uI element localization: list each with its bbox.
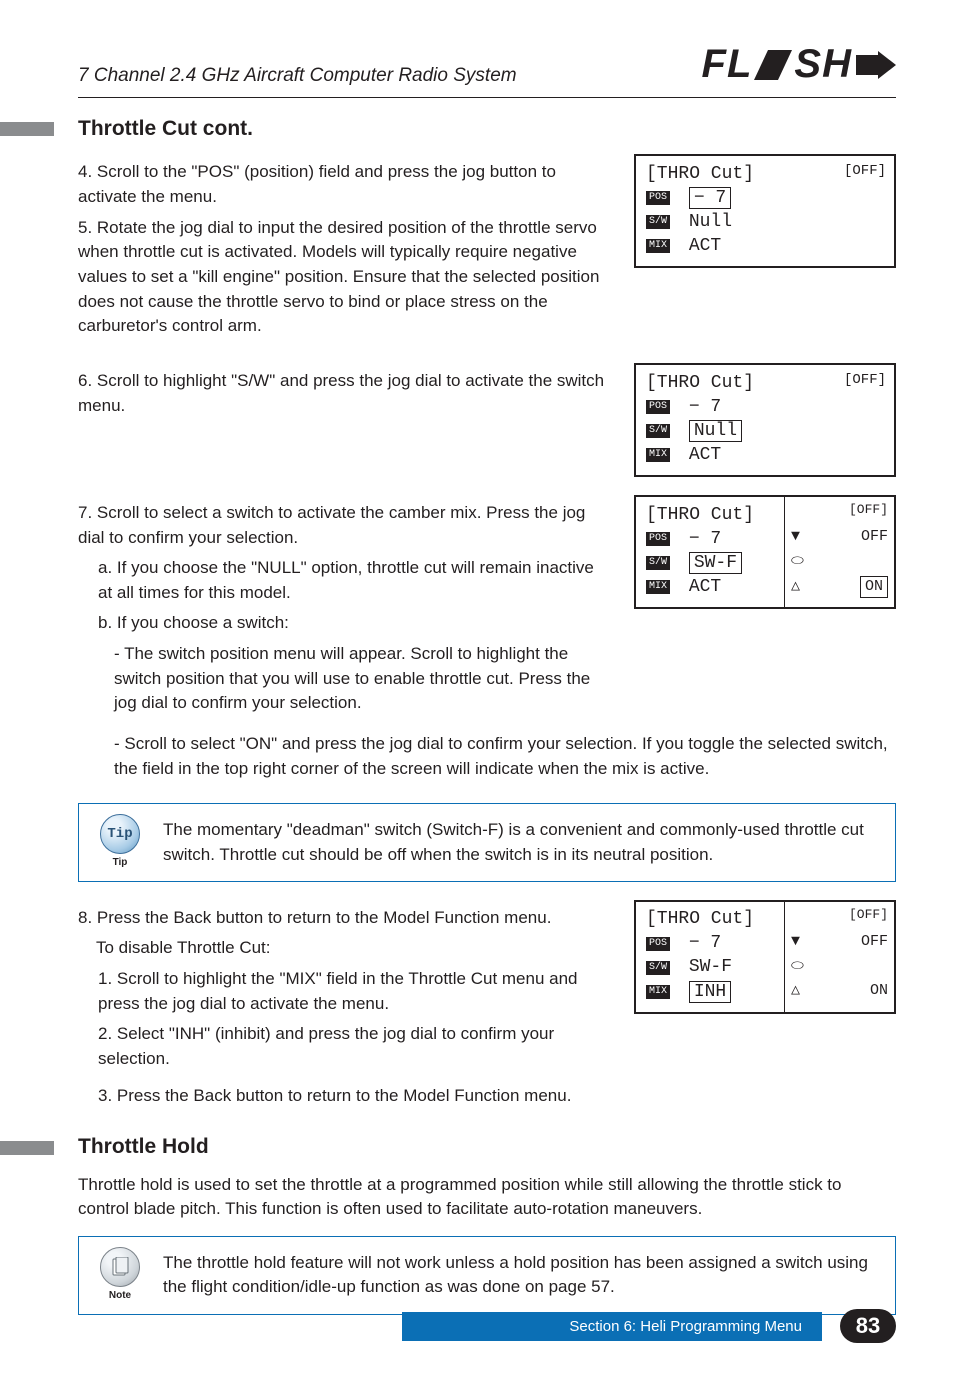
note-icon <box>100 1247 140 1287</box>
step-7a: a. If you choose the "NULL" option, thro… <box>98 556 610 605</box>
lcd3-off: [OFF] <box>849 501 888 519</box>
tip-callout: Tip Tip The momentary "deadman" switch (… <box>78 803 896 882</box>
tip-label: Tip <box>91 856 149 871</box>
lcd4-r-off: OFF <box>861 932 888 953</box>
disable-intro: To disable Throttle Cut: <box>96 936 610 961</box>
lcd3-sw-val: SW-F <box>689 552 742 574</box>
tip-icon: Tip <box>100 814 140 854</box>
lcd1-mix-tag: MIX <box>646 239 670 253</box>
lcd3-sw-tag: S/W <box>646 556 670 570</box>
lcd-screen-1: [OFF] [THRO Cut] POS − 7 S/W Null MIX AC… <box>634 154 896 268</box>
section-marker <box>0 122 54 136</box>
lcd4-sw-val: SW-F <box>689 955 732 980</box>
lcd4-pos-tag: POS <box>646 937 670 951</box>
lcd3-r-off: OFF <box>861 527 888 548</box>
brand-text-a: FL <box>702 42 753 87</box>
switch-up-icon-2: △ <box>791 981 800 1002</box>
disable-3: 3. Press the Back button to return to th… <box>98 1084 896 1109</box>
lcd2-sw-tag: S/W <box>646 424 670 438</box>
lcd2-pos-val: − 7 <box>689 395 721 420</box>
lcd4-r-on: ON <box>870 981 888 1002</box>
lcd1-pos-tag: POS <box>646 191 670 205</box>
lcd2-title: [THRO Cut] <box>646 371 754 396</box>
switch-down-icon: ▼ <box>791 527 800 548</box>
note-callout: Note The throttle hold feature will not … <box>78 1236 896 1315</box>
footer-section-label: Section 6: Heli Programming Menu <box>402 1312 822 1341</box>
step-7b-dash2: - Scroll to select "ON" and press the jo… <box>114 732 896 781</box>
lcd2-mix-tag: MIX <box>646 448 670 462</box>
lcd1-sw-tag: S/W <box>646 215 670 229</box>
page-number: 83 <box>840 1309 896 1343</box>
lcd1-sw-val: Null <box>689 210 732 235</box>
section-marker-2 <box>0 1141 54 1155</box>
lcd3-title: [THRO Cut] <box>646 503 754 528</box>
note-label: Note <box>91 1289 149 1304</box>
step-4: 4. Scroll to the "POS" (position) field … <box>78 160 610 209</box>
brand-arrow-icon <box>854 51 896 79</box>
switch-mid-icon-2: ⬭ <box>791 957 804 978</box>
disable-1: 1. Scroll to highlight the "MIX" field i… <box>98 967 610 1016</box>
section-title-throttle-hold: Throttle Hold <box>78 1132 209 1162</box>
lcd3-pos-tag: POS <box>646 532 670 546</box>
lcd3-mix-val: ACT <box>689 575 721 600</box>
lcd-screen-2: [OFF] [THRO Cut] POS − 7 S/W Null MIX AC… <box>634 363 896 477</box>
lcd4-mix-val: INH <box>689 981 731 1003</box>
lcd3-mix-tag: MIX <box>646 580 670 594</box>
lcd3-pos-val: − 7 <box>689 527 721 552</box>
step-7b-dash1: - The switch position menu will appear. … <box>114 642 610 716</box>
throttle-hold-intro: Throttle hold is used to set the throttl… <box>78 1173 896 1222</box>
lcd2-mix-val: ACT <box>689 443 721 468</box>
lcd3-r-on: ON <box>860 576 888 598</box>
lcd4-sw-tag: S/W <box>646 961 670 975</box>
disable-2: 2. Select "INH" (inhibit) and press the … <box>98 1022 610 1071</box>
tip-text: The momentary "deadman" switch (Switch-F… <box>163 818 883 867</box>
step-6: 6. Scroll to highlight "S/W" and press t… <box>78 369 610 418</box>
brand-logo: FL SH <box>702 42 896 87</box>
step-7b: b. If you choose a switch: <box>98 611 610 636</box>
brand-a-icon <box>754 50 792 80</box>
lcd2-off: [OFF] <box>844 371 886 390</box>
lcd4-pos-val: − 7 <box>689 931 721 956</box>
step-7-intro: 7. Scroll to select a switch to activate… <box>78 501 610 550</box>
lcd1-pos-val: − 7 <box>689 187 731 209</box>
lcd-screen-3: [THRO Cut] POS − 7 S/W SW-F MIX ACT [OFF… <box>634 495 896 609</box>
switch-up-icon: △ <box>791 577 800 598</box>
lcd1-mix-val: ACT <box>689 234 721 259</box>
lcd4-title: [THRO Cut] <box>646 907 754 932</box>
step-5: 5. Rotate the jog dial to input the desi… <box>78 216 610 339</box>
lcd-screen-4: [THRO Cut] POS − 7 S/W SW-F MIX INH [OFF… <box>634 900 896 1014</box>
lcd1-off: [OFF] <box>844 162 886 181</box>
lcd4-off: [OFF] <box>849 906 888 924</box>
lcd1-title: [THRO Cut] <box>646 162 754 187</box>
header-subtitle: 7 Channel 2.4 GHz Aircraft Computer Radi… <box>78 65 517 87</box>
switch-down-icon-2: ▼ <box>791 932 800 953</box>
lcd2-sw-val: Null <box>689 420 742 442</box>
lcd4-mix-tag: MIX <box>646 985 670 999</box>
section-title-throttle-cut: Throttle Cut cont. <box>78 114 253 144</box>
note-text: The throttle hold feature will not work … <box>163 1251 883 1300</box>
step-8: 8. Press the Back button to return to th… <box>78 906 610 931</box>
brand-text-b: SH <box>794 42 852 87</box>
lcd2-pos-tag: POS <box>646 400 670 414</box>
switch-mid-icon: ⬭ <box>791 552 804 573</box>
